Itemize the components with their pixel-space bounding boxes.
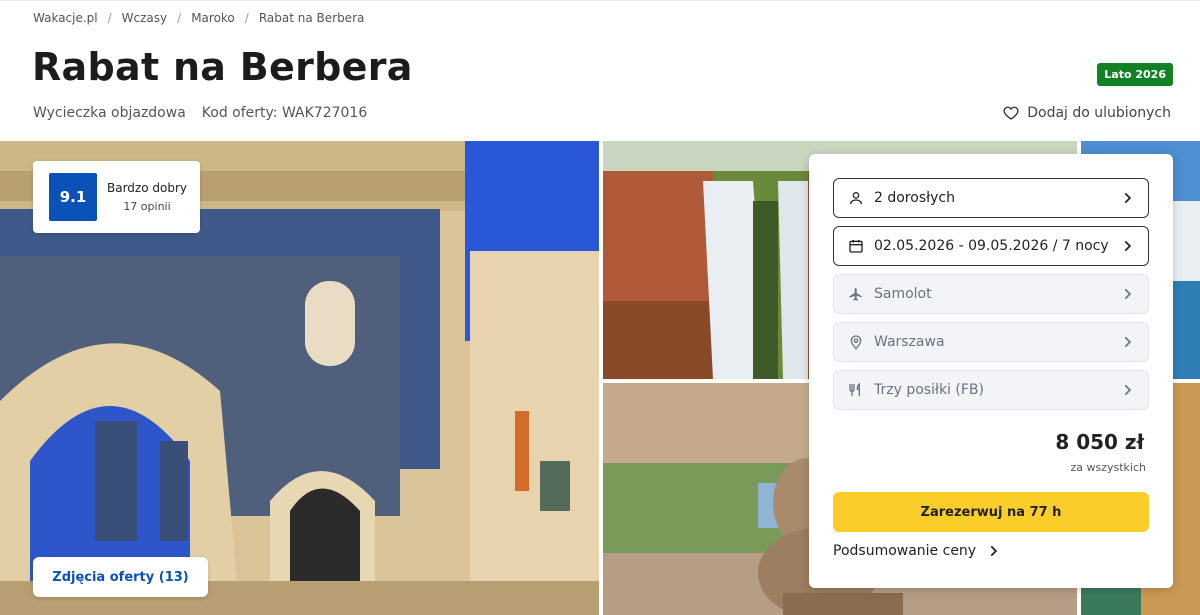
add-to-favorites-label: Dodaj do ulubionych	[1027, 105, 1171, 121]
plane-icon	[849, 288, 862, 301]
chevron-right-icon	[990, 545, 998, 557]
rating-label: Bardzo dobry	[107, 181, 187, 195]
board-value: Trzy posiłki (FB)	[874, 382, 984, 398]
rating-count: 17 opinii	[123, 200, 171, 213]
transport-value: Samolot	[874, 286, 932, 302]
chevron-right-icon	[1124, 384, 1132, 396]
trip-type: Wycieczka objazdowa	[33, 105, 186, 121]
breadcrumb-separator: /	[177, 11, 182, 25]
chevron-right-icon	[1124, 336, 1132, 348]
calendar-icon	[849, 240, 863, 253]
offer-meta: Wycieczka objazdowa Kod oferty: WAK72701…	[33, 105, 367, 121]
chevron-right-icon	[1124, 192, 1132, 204]
book-button[interactable]: Zarezerwuj na 77 h	[833, 492, 1149, 532]
price-summary-label: Podsumowanie ceny	[833, 543, 977, 559]
departure-city-value: Warszawa	[874, 334, 945, 350]
booking-panel: 2 dorosłych 02.05.2026 - 09.05.2026 / 7 …	[809, 154, 1173, 588]
price-summary-link[interactable]: Podsumowanie ceny	[833, 543, 1000, 559]
gallery-main-image[interactable]: 9.1 Bardzo dobry 17 opinii Zdjęcia ofert…	[0, 141, 599, 615]
travelers-value: 2 dorosłych	[874, 190, 955, 206]
price-note: za wszystkich	[1070, 461, 1146, 474]
rating-text: Bardzo dobry 17 opinii	[107, 181, 187, 213]
offer-photos-button[interactable]: Zdjęcia oferty (13)	[33, 557, 208, 597]
breadcrumb-separator: /	[244, 11, 249, 25]
offer-code: Kod oferty: WAK727016	[201, 105, 368, 121]
page-title: Rabat na Berbera	[32, 45, 413, 89]
travelers-selector[interactable]: 2 dorosłych	[833, 178, 1149, 218]
cutlery-icon	[849, 382, 860, 396]
rating-card[interactable]: 9.1 Bardzo dobry 17 opinii	[33, 161, 200, 233]
departure-city-selector[interactable]: Warszawa	[833, 322, 1149, 362]
breadcrumb-link-home[interactable]: Wakacje.pl	[33, 11, 98, 25]
breadcrumb-link-maroko[interactable]: Maroko	[191, 11, 235, 25]
header-divider	[0, 0, 1200, 1]
total-price: 8 050 zł	[1055, 430, 1144, 454]
board-selector[interactable]: Trzy posiłki (FB)	[833, 370, 1149, 410]
add-to-favorites-button[interactable]: Dodaj do ulubionych	[1003, 105, 1171, 121]
breadcrumb: Wakacje.pl / Wczasy / Maroko / Rabat na …	[33, 11, 364, 25]
chevron-right-icon	[1124, 288, 1132, 300]
heart-icon	[1003, 106, 1019, 120]
transport-selector[interactable]: Samolot	[833, 274, 1149, 314]
breadcrumb-separator: /	[107, 11, 112, 25]
breadcrumb-link-wczasy[interactable]: Wczasy	[122, 11, 167, 25]
person-icon	[850, 192, 862, 205]
location-pin-icon	[850, 335, 862, 350]
rating-score: 9.1	[49, 173, 97, 221]
dates-selector[interactable]: 02.05.2026 - 09.05.2026 / 7 nocy	[833, 226, 1149, 266]
dates-value: 02.05.2026 - 09.05.2026 / 7 nocy	[874, 238, 1109, 254]
breadcrumb-current: Rabat na Berbera	[258, 11, 365, 25]
chevron-right-icon	[1124, 240, 1132, 252]
season-badge: Lato 2026	[1097, 63, 1173, 86]
